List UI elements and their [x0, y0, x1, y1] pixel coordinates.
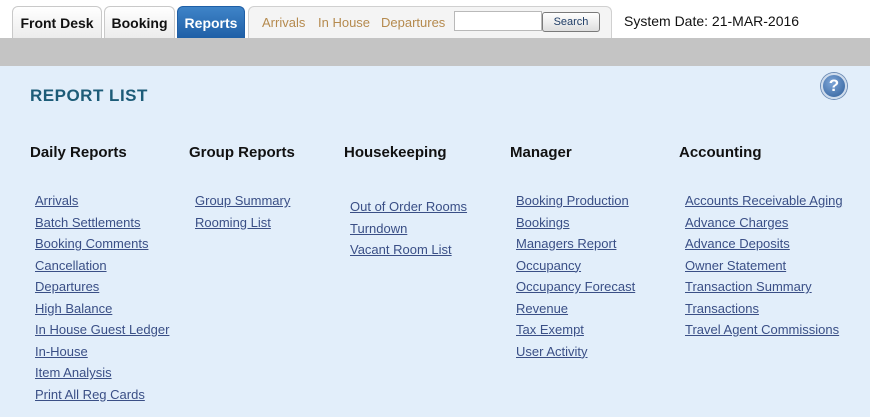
report-link[interactable]: Arrivals	[35, 193, 169, 215]
report-link[interactable]: Out of Order Rooms	[350, 199, 467, 221]
report-link[interactable]: Advance Deposits	[685, 236, 843, 258]
accounting-list: Accounts Receivable Aging Advance Charge…	[685, 193, 843, 344]
report-link[interactable]: Owner Statement	[685, 258, 843, 280]
report-link[interactable]: High Balance	[35, 301, 169, 323]
report-link[interactable]: Booking Production	[516, 193, 635, 215]
report-link[interactable]: Managers Report	[516, 236, 635, 258]
report-link[interactable]: Departures	[35, 279, 169, 301]
report-link[interactable]: Cancellation	[35, 258, 169, 280]
tab-front-desk[interactable]: Front Desk	[12, 6, 102, 38]
subnav-arrivals-link[interactable]: Arrivals	[262, 15, 305, 30]
top-navigation: Front Desk Booking Reports Arrivals In H…	[0, 0, 870, 40]
report-link[interactable]: Occupancy Forecast	[516, 279, 635, 301]
manager-list: Booking Production Bookings Managers Rep…	[516, 193, 635, 365]
page-title: REPORT LIST	[30, 86, 148, 105]
search-button[interactable]: Search	[542, 12, 600, 32]
report-link[interactable]: Transaction Summary	[685, 279, 843, 301]
report-link[interactable]: In House Guest Ledger	[35, 322, 169, 344]
report-link[interactable]: Vacant Room List	[350, 242, 467, 264]
report-link[interactable]: Bookings	[516, 215, 635, 237]
column-heading-daily-reports: Daily Reports	[30, 144, 127, 161]
report-link[interactable]: Item Analysis	[35, 365, 169, 387]
report-link[interactable]: Tax Exempt	[516, 322, 635, 344]
report-link[interactable]: Turndown	[350, 221, 467, 243]
system-date: System Date: 21-MAR-2016	[624, 13, 800, 29]
housekeeping-list: Out of Order Rooms Turndown Vacant Room …	[350, 199, 467, 264]
report-link[interactable]: Occupancy	[516, 258, 635, 280]
help-question-icon[interactable]: ?	[821, 73, 847, 99]
report-link[interactable]: Print All Reg Cards	[35, 387, 169, 409]
report-link[interactable]: Advance Charges	[685, 215, 843, 237]
tab-reports[interactable]: Reports	[177, 6, 245, 38]
report-link[interactable]: Rooming List	[195, 215, 290, 237]
column-heading-group-reports: Group Reports	[189, 144, 295, 161]
subnav-in-house-link[interactable]: In House	[318, 15, 370, 30]
report-link[interactable]: Group Summary	[195, 193, 290, 215]
column-heading-manager: Manager	[510, 144, 572, 161]
report-list-panel: REPORT LIST ? Daily Reports Group Report…	[0, 66, 870, 417]
search-input[interactable]	[454, 11, 542, 31]
report-link[interactable]: Batch Settlements	[35, 215, 169, 237]
daily-reports-list: Arrivals Batch Settlements Booking Comme…	[35, 193, 169, 408]
column-heading-accounting: Accounting	[679, 144, 762, 161]
subnav-departures-link[interactable]: Departures	[381, 15, 445, 30]
report-link[interactable]: Accounts Receivable Aging	[685, 193, 843, 215]
report-link[interactable]: In-House	[35, 344, 169, 366]
column-heading-housekeeping: Housekeeping	[344, 144, 447, 161]
group-reports-list: Group Summary Rooming List	[195, 193, 290, 236]
sub-navigation: Arrivals In House Departures Search	[248, 6, 612, 38]
report-link[interactable]: Booking Comments	[35, 236, 169, 258]
report-link[interactable]: Transactions	[685, 301, 843, 323]
toolbar-strip	[0, 38, 870, 66]
report-link[interactable]: Revenue	[516, 301, 635, 323]
tab-booking[interactable]: Booking	[104, 6, 175, 38]
report-link[interactable]: Travel Agent Commissions	[685, 322, 843, 344]
report-link[interactable]: User Activity	[516, 344, 635, 366]
